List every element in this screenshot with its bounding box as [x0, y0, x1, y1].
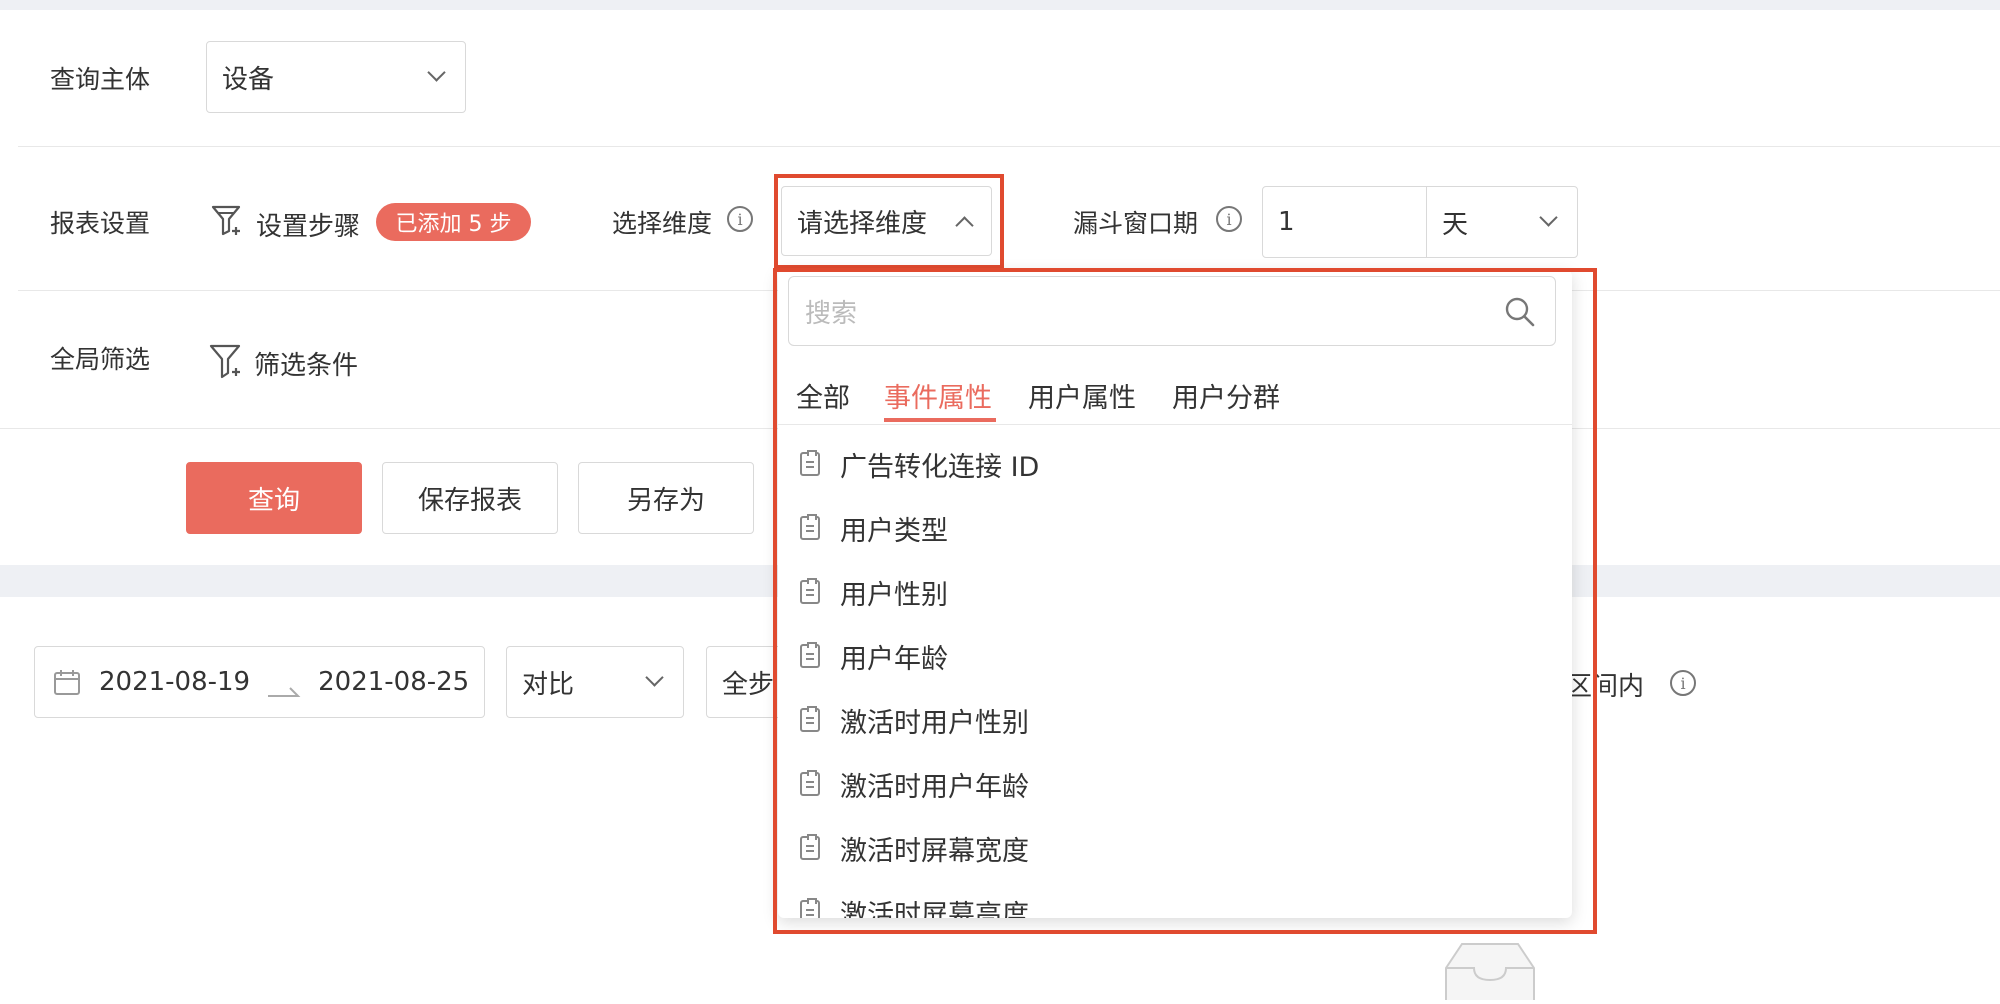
steps-select-value: 全步	[722, 669, 775, 700]
chevron-down-icon	[1539, 208, 1558, 227]
funnel-window-label: 漏斗窗口期	[1073, 209, 1199, 238]
info-icon[interactable]: i	[1216, 206, 1242, 232]
dimension-placeholder: 请选择维度	[797, 208, 928, 239]
report-settings-label: 报表设置	[50, 209, 151, 238]
info-icon[interactable]: i	[727, 206, 753, 232]
top-bar	[0, 0, 2000, 10]
calendar-icon	[53, 668, 81, 696]
filter-conditions-link[interactable]: 筛选条件	[254, 345, 358, 382]
steps-filter-icon[interactable]	[210, 203, 244, 237]
arrow-icon	[266, 675, 302, 697]
date-end: 2021-08-25	[318, 667, 470, 697]
set-steps-link[interactable]: 设置步骤	[256, 206, 360, 243]
funnel-window-unit-select[interactable]: 天	[1426, 186, 1578, 258]
save-report-button[interactable]: 保存报表	[382, 462, 558, 534]
dimension-select[interactable]: 请选择维度	[781, 186, 992, 256]
query-subject-value: 设备	[222, 64, 275, 95]
dimension-label: 选择维度	[612, 209, 713, 238]
chevron-up-icon	[955, 216, 974, 235]
empty-box-icon	[1444, 942, 1536, 1000]
info-icon[interactable]: i	[1670, 670, 1696, 696]
funnel-window-value: 1	[1278, 207, 1295, 237]
query-subject-label: 查询主体	[50, 65, 151, 94]
compare-select[interactable]: 对比	[506, 646, 684, 718]
dropdown-highlight-box	[773, 268, 1597, 934]
date-range-picker[interactable]: 2021-08-19 2021-08-25	[34, 646, 485, 718]
save-as-button[interactable]: 另存为	[578, 462, 754, 534]
query-subject-select[interactable]: 设备	[206, 41, 466, 113]
steps-badge: 已添加 5 步	[376, 203, 531, 241]
funnel-window-unit: 天	[1442, 209, 1469, 240]
filter-icon[interactable]	[208, 342, 244, 380]
date-start: 2021-08-19	[99, 667, 251, 697]
global-filter-label: 全局筛选	[50, 345, 151, 374]
chevron-down-icon	[645, 668, 664, 687]
compare-value: 对比	[522, 669, 575, 700]
query-button[interactable]: 查询	[186, 462, 362, 534]
chevron-down-icon	[427, 63, 446, 82]
funnel-window-input[interactable]: 1	[1262, 186, 1427, 258]
divider	[18, 146, 2000, 147]
